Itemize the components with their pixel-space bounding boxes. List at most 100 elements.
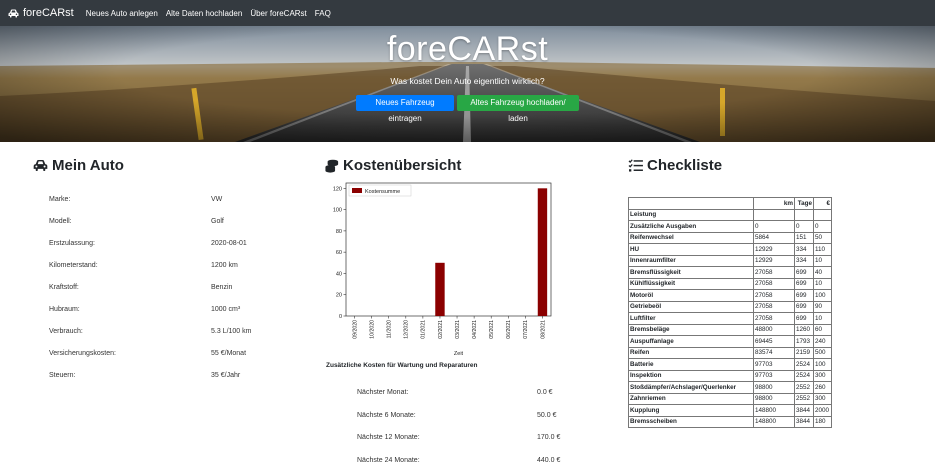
table-row: Reifen 83574 2159 500 xyxy=(628,346,832,359)
table-row: Innenraumfilter 12929 334 10 xyxy=(628,254,832,267)
row-name: Zahnriemen xyxy=(628,392,754,405)
car-info-label: Hubraum: xyxy=(49,306,80,313)
y-tick-label: 100 xyxy=(333,208,342,214)
row-eur: 110 xyxy=(813,243,832,256)
row-tage: 2552 xyxy=(794,381,814,394)
row-name: Motoröl xyxy=(628,289,754,302)
row-eur: 2000 xyxy=(813,404,832,417)
kosten-chart-svg: 0 20 40 60 80 100 120 09/2020 10/2020 11/2020 12/2… xyxy=(333,182,552,357)
row-eur: 50 xyxy=(813,231,832,244)
table-row: Bremsflüssigkeit 27058 699 40 xyxy=(628,266,832,279)
kosten-chart: 0 20 40 60 80 100 120 09/2020 10/2020 11/2020 12/2… xyxy=(326,180,556,360)
row-name: Stoßdämpfer/Achslager/Querlenker xyxy=(628,381,754,394)
row-name: HU xyxy=(628,243,754,256)
legend-label: Kostensumme xyxy=(365,189,400,195)
nav-link-ueber[interactable]: Über foreCARst xyxy=(250,9,306,18)
table-row: Getriebeöl 27058 699 90 xyxy=(628,300,832,313)
row-tage: 2552 xyxy=(794,392,814,405)
checkliste-heading: Checkliste xyxy=(628,157,722,174)
row-tage: 699 xyxy=(794,300,814,313)
y-tick-label: 20 xyxy=(336,293,342,299)
row-name: Luftfilter xyxy=(628,312,754,325)
table-row: Motoröl 27058 699 100 xyxy=(628,289,832,302)
row-name: Getriebeöl xyxy=(628,300,754,313)
table-row: Bremsscheiben 148800 3844 180 xyxy=(628,415,832,428)
x-tick-label: 04/2021 xyxy=(472,320,478,339)
row-eur: 60 xyxy=(813,323,832,336)
row-eur: 180 xyxy=(813,415,832,428)
plot-area xyxy=(345,182,552,317)
nav-link-faq[interactable]: FAQ xyxy=(315,9,331,18)
new-vehicle-button[interactable]: Neues Fahrzeug eintragen xyxy=(356,95,454,123)
car-info-label: Verbrauch: xyxy=(49,328,83,335)
row-km: 69445 xyxy=(753,335,795,348)
row-tage: 3844 xyxy=(794,404,814,417)
table-row: Bremsbeläge 48800 1260 60 xyxy=(628,323,832,336)
kosten-heading: Kostenübersicht xyxy=(325,157,461,174)
car-info-value: 2020-08-01 xyxy=(211,240,247,247)
row-name: Kupplung xyxy=(628,404,754,417)
car-info-value: 1000 cm³ xyxy=(211,306,241,313)
row-eur: 90 xyxy=(813,300,832,313)
row-km: 12929 xyxy=(753,254,795,267)
row-eur: 260 xyxy=(813,381,832,394)
mein-auto-title: Mein Auto xyxy=(52,157,124,174)
row-name: Kühlflüssigkeit xyxy=(628,277,754,290)
bar xyxy=(435,262,445,316)
row-km: 148800 xyxy=(753,415,795,428)
row-eur: 500 xyxy=(813,346,832,359)
row-name: Bremsscheiben xyxy=(628,415,754,428)
y-tick-label: 80 xyxy=(336,229,342,235)
row-tage: 334 xyxy=(794,243,814,256)
row-tage: 1260 xyxy=(794,323,814,336)
extra-costs-title: Zusätzliche Kosten für Wartung und Repar… xyxy=(326,362,478,369)
hero-subtitle: Was kostet Dein Auto eigentlich wirklich… xyxy=(390,76,545,86)
brand[interactable]: foreCARst xyxy=(8,7,74,19)
header-km: km xyxy=(753,197,795,210)
x-tick-label: 03/2021 xyxy=(455,320,461,339)
nav-link-neues-auto[interactable]: Neues Auto anlegen xyxy=(86,9,158,18)
car-info-label: Kraftstoff: xyxy=(49,284,79,291)
car-info-label: Steuern: xyxy=(49,372,76,379)
row-km: 97703 xyxy=(753,369,795,382)
car-info-label: Versicherungskosten: xyxy=(49,350,116,357)
x-tick-label: 09/2020 xyxy=(352,320,358,339)
row-tage: 2524 xyxy=(794,358,814,371)
empty-cell xyxy=(753,208,795,221)
table-header-row: km Tage € xyxy=(628,197,832,210)
row-name: Bremsflüssigkeit xyxy=(628,266,754,279)
x-tick-label: 08/2021 xyxy=(540,320,546,339)
row-km: 27058 xyxy=(753,300,795,313)
cost-label: Nächster Monat: xyxy=(357,389,409,396)
row-tage: 2524 xyxy=(794,369,814,382)
row-name: Batterie xyxy=(628,358,754,371)
hero-title: foreCARst xyxy=(386,30,549,68)
row-km: 27058 xyxy=(753,266,795,279)
hero-buttons: Neues Fahrzeug eintragen Altes Fahrzeug … xyxy=(0,95,935,123)
row-eur: 240 xyxy=(813,335,832,348)
row-name: Innenraumfilter xyxy=(628,254,754,267)
cost-value: 170.0 € xyxy=(537,434,561,441)
row-km: 27058 xyxy=(753,277,795,290)
cost-value: 0.0 € xyxy=(537,389,553,396)
row-tage: 1793 xyxy=(794,335,814,348)
x-tick-label: 07/2021 xyxy=(523,320,529,339)
row-tage: 699 xyxy=(794,312,814,325)
row-km: 0 xyxy=(753,220,795,233)
row-km: 148800 xyxy=(753,404,795,417)
car-info-value: 1200 km xyxy=(211,262,238,269)
row-eur: 100 xyxy=(813,358,832,371)
table-row: Kühlflüssigkeit 27058 699 10 xyxy=(628,277,832,290)
hero-banner: foreCARst Was kostet Dein Auto eigentlic… xyxy=(0,26,935,142)
x-tick-label: 01/2021 xyxy=(421,320,427,339)
nav-link-alte-daten[interactable]: Alte Daten hochladen xyxy=(166,9,243,18)
row-km: 83574 xyxy=(753,346,795,359)
y-tick-label: 60 xyxy=(336,250,342,256)
table-row: HU 12929 334 110 xyxy=(628,243,832,256)
y-tick-label: 0 xyxy=(339,314,342,320)
header-name xyxy=(628,197,754,210)
row-eur: 40 xyxy=(813,266,832,279)
load-vehicle-button[interactable]: Altes Fahrzeug hochladen/ laden xyxy=(457,95,579,123)
kosten-title: Kostenübersicht xyxy=(343,157,462,174)
row-tage: 699 xyxy=(794,277,814,290)
